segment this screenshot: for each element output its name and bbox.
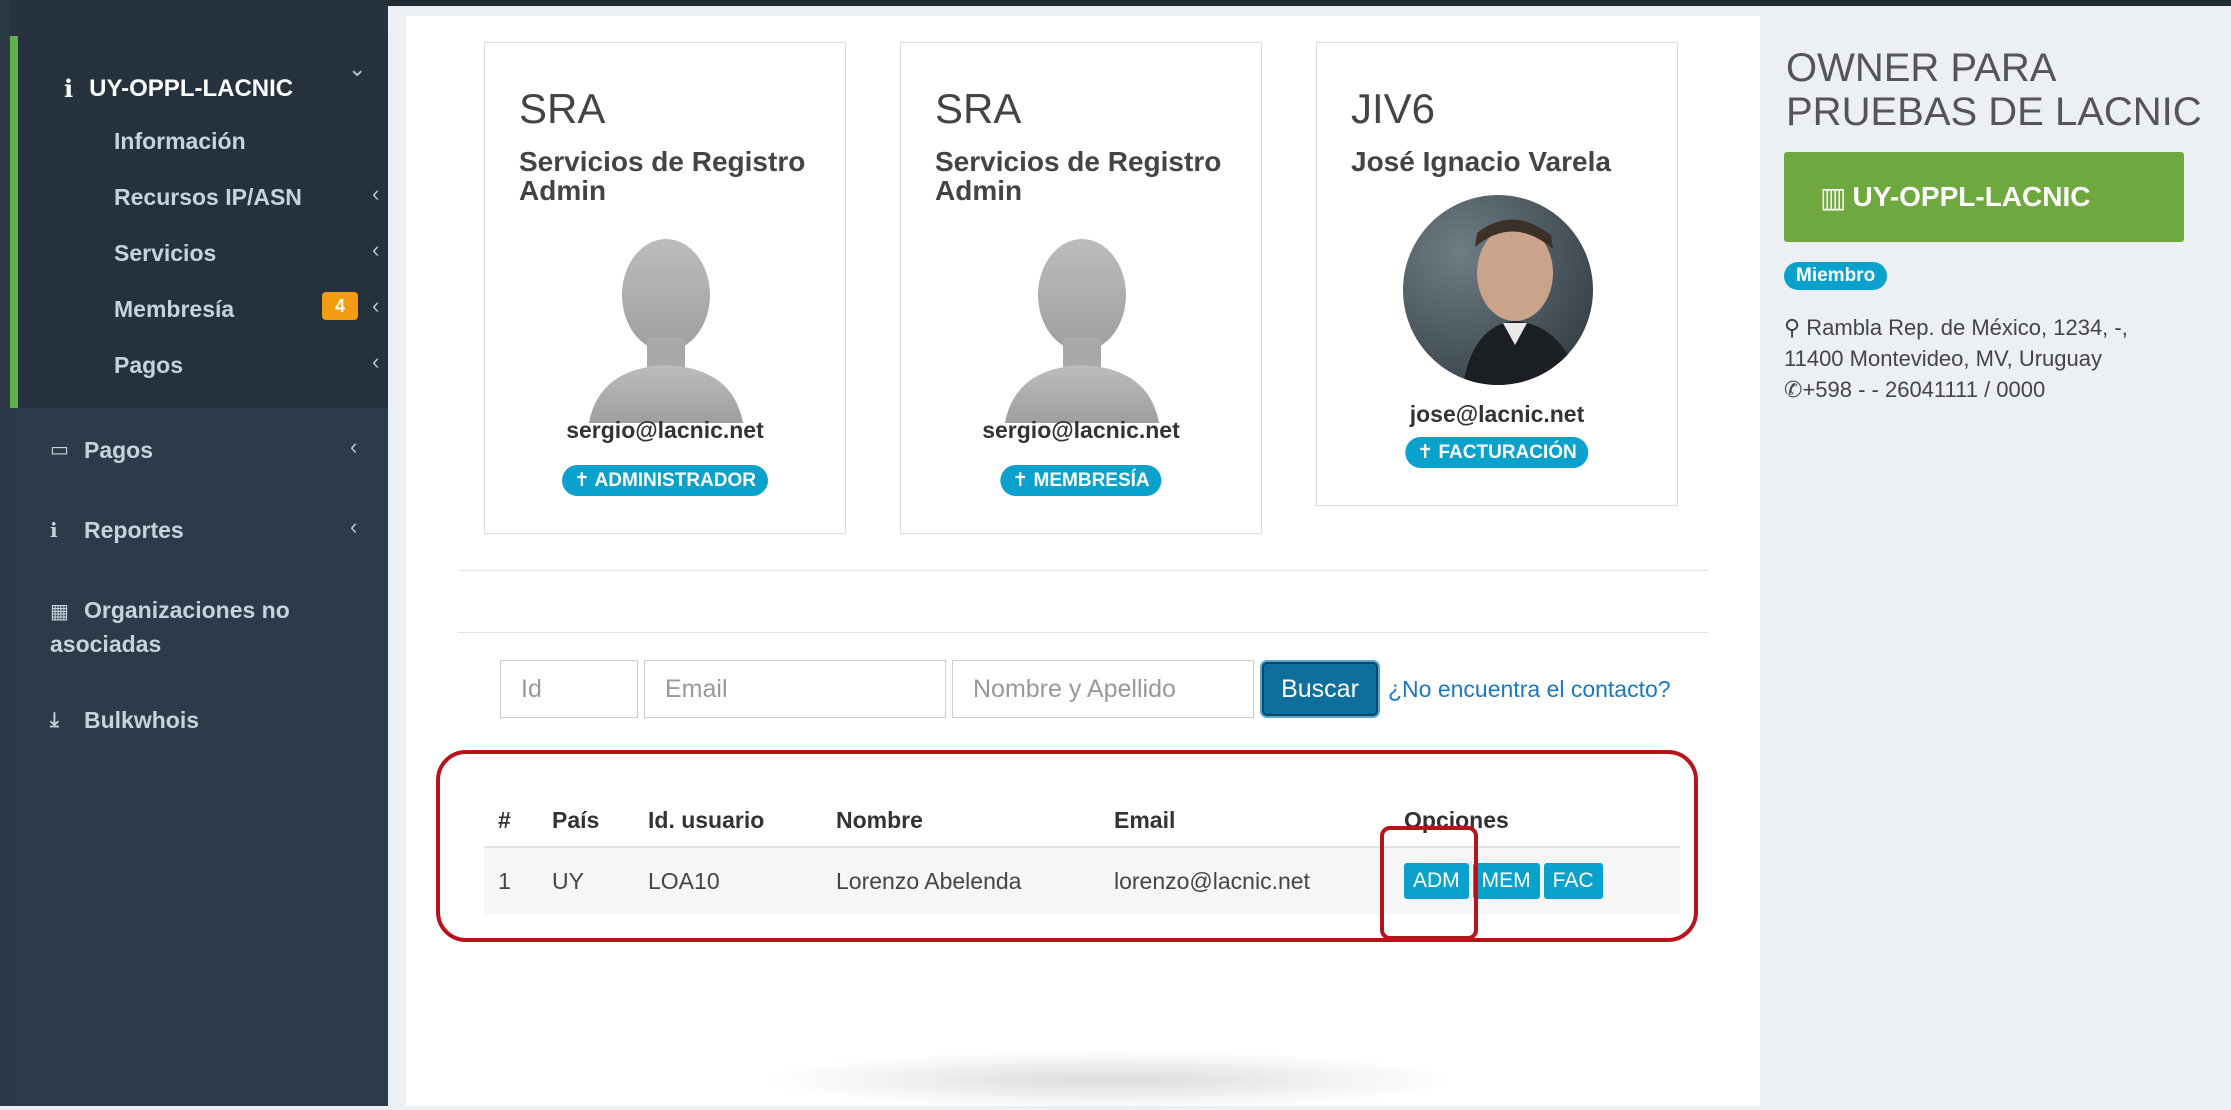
sidebar-item-informacion[interactable]: Información [114, 128, 246, 155]
contact-code: JIV6 [1351, 85, 1436, 132]
sidebar-item-servicios[interactable]: Servicios [114, 240, 216, 267]
building-icon: ▥ [1820, 181, 1847, 213]
chevron-left-icon: ‹ [372, 181, 380, 206]
annotation-highlight-table [436, 750, 1698, 942]
grid-icon: ▦ [50, 601, 69, 623]
contact-code: SRA [519, 85, 606, 132]
sidebar-item-recursos[interactable]: Recursos IP/ASN [114, 184, 302, 211]
sidebar: i UY-OPPL-LACNIC ⌄ Información Recursos … [0, 0, 388, 1106]
sidebar-item-pagos[interactable]: ▭ Pagos [50, 434, 153, 466]
contact-not-found-link[interactable]: ¿No encuentra el contacto? [1388, 676, 1671, 703]
contact-card: SRA Servicios de Registro Admin sergio@l… [484, 42, 846, 534]
owner-address-block: ⚲ Rambla Rep. de México, 1234, -, 11400 … [1784, 312, 2184, 405]
role-label: ADMINISTRADOR [594, 470, 757, 491]
contact-name: José Ignacio Varela [1351, 146, 1611, 177]
sidebar-org-menu-header[interactable]: i UY-OPPL-LACNIC [64, 74, 293, 103]
info-icon: i [50, 518, 58, 542]
phone-icon: ✆ [1784, 377, 1803, 402]
chevron-left-icon: ‹ [350, 434, 358, 459]
role-badge-membresia: ✝ MEMBRESÍA [1000, 465, 1162, 496]
role-label: FACTURACIÓN [1438, 442, 1577, 463]
owner-handle-button[interactable]: ▥ UY-OPPL-LACNIC [1784, 152, 2184, 242]
sidebar-item-pagos-sub[interactable]: Pagos [114, 352, 183, 379]
email-input[interactable] [644, 660, 946, 718]
info-icon: i [64, 74, 74, 103]
contact-email: sergio@lacnic.net [566, 417, 764, 443]
download-icon: ⤓ [50, 709, 59, 731]
contact-email: jose@lacnic.net [1409, 401, 1585, 427]
chevron-down-icon[interactable]: ⌄ [348, 56, 366, 82]
sidebar-item-membresia[interactable]: Membresía [114, 296, 234, 323]
role-badge-administrador: ✝ ADMINISTRADOR [562, 465, 768, 496]
divider [458, 632, 1708, 633]
money-icon: ▭ [50, 439, 69, 461]
sidebar-item-label: Bulkwhois [84, 707, 200, 733]
divider [458, 570, 1708, 571]
avatar [589, 233, 743, 423]
sidebar-item-reportes[interactable]: i Reportes [50, 514, 184, 546]
name-input[interactable] [952, 660, 1254, 718]
role-badge-facturacion: ✝ FACTURACIÓN [1405, 437, 1589, 468]
chevron-left-icon: ‹ [372, 349, 380, 374]
chevron-left-icon: ‹ [372, 293, 380, 318]
person-icon: ✝ [1417, 442, 1434, 463]
avatar [1005, 233, 1159, 423]
id-input[interactable] [500, 660, 638, 718]
role-label: MEMBRESÍA [1033, 470, 1150, 491]
owner-title: OWNER PARA PRUEBAS DE LACNIC [1786, 46, 2202, 134]
bottom-shadow [760, 1050, 1460, 1110]
sidebar-item-label: Pagos [84, 437, 154, 463]
status-badge: Miembro [1784, 262, 1888, 290]
annotation-highlight-adm [1380, 826, 1478, 940]
sidebar-item-label: Organizaciones no asociadas [50, 597, 290, 657]
sidebar-org-menu: i UY-OPPL-LACNIC ⌄ Información Recursos … [10, 36, 388, 408]
person-icon: ✝ [1012, 470, 1029, 491]
owner-handle-label: UY-OPPL-LACNIC [1852, 181, 2091, 212]
sidebar-org-title: UY-OPPL-LACNIC [89, 74, 294, 102]
chevron-left-icon: ‹ [372, 237, 380, 262]
contact-card: JIV6 José Ignacio Varela jose@lacnic.net… [1316, 42, 1678, 506]
owner-phone: +598 - - 26041111 / 0000 [1802, 377, 2046, 402]
sidebar-item-bulkwhois[interactable]: ⤓ Bulkwhois [50, 704, 199, 736]
map-marker-icon: ⚲ [1784, 315, 1801, 340]
contact-name: Servicios de Registro Admin [935, 146, 1222, 206]
top-border [388, 0, 2231, 6]
contact-card: SRA Servicios de Registro Admin sergio@l… [900, 42, 1262, 534]
person-icon: ✝ [574, 470, 590, 491]
contact-code: SRA [935, 85, 1022, 132]
contact-name: Servicios de Registro Admin [519, 146, 806, 206]
owner-address: Rambla Rep. de México, 1234, -, 11400 Mo… [1784, 315, 2128, 371]
membresia-count-badge: 4 [322, 292, 358, 320]
sidebar-item-label: Reportes [84, 517, 184, 543]
sidebar-top-strip [10, 0, 388, 36]
avatar [1403, 195, 1593, 385]
contact-email: sergio@lacnic.net [982, 417, 1180, 443]
sidebar-item-organizaciones[interactable]: ▦ Organizaciones no asociadas [50, 594, 330, 660]
chevron-left-icon: ‹ [350, 514, 358, 539]
search-button[interactable]: Buscar [1262, 662, 1378, 716]
